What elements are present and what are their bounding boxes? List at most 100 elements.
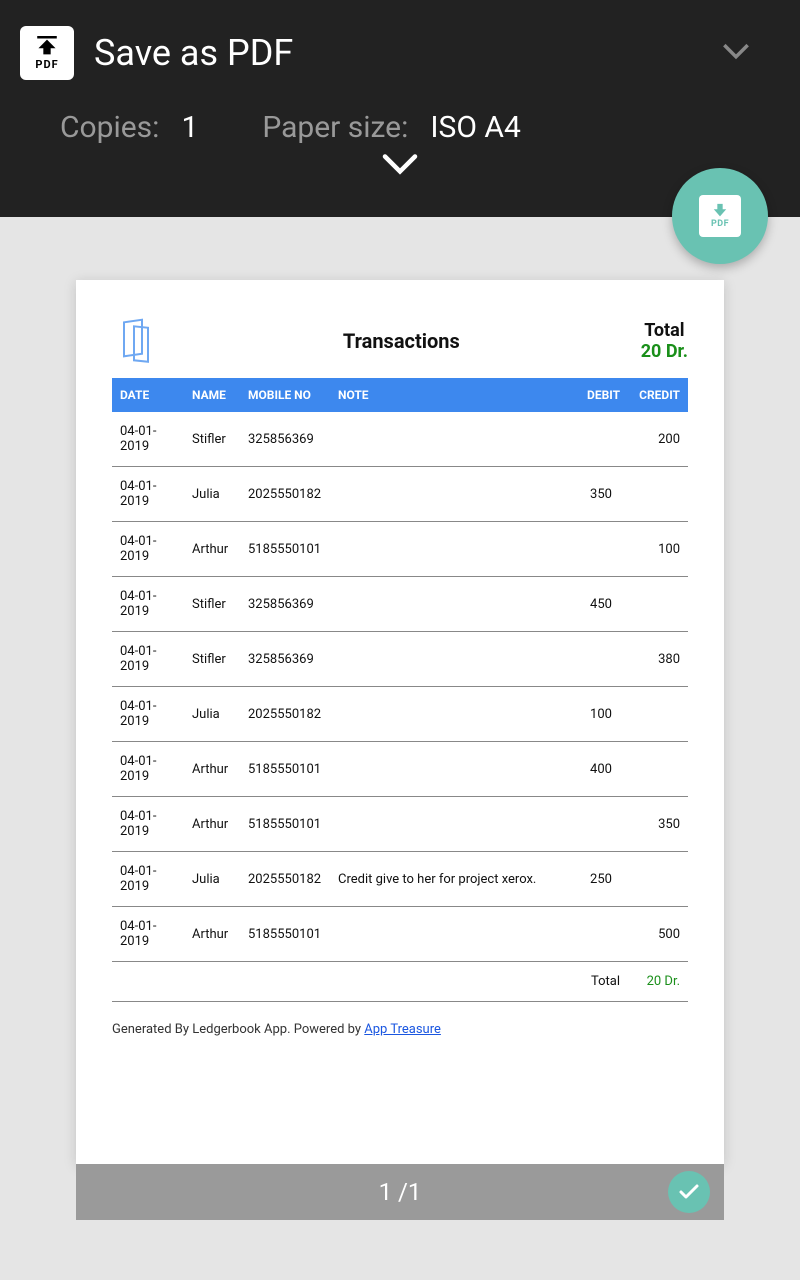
cell-date: 04-01-2019 [112,797,184,852]
cell-mobile: 325856369 [240,577,330,632]
paper-size-label: Paper size: [262,110,408,145]
cell-date: 04-01-2019 [112,412,184,467]
cell-date: 04-01-2019 [112,687,184,742]
cell-name: Stifler [184,632,240,687]
cell-name: Arthur [184,522,240,577]
cell-mobile: 325856369 [240,412,330,467]
total-value: 20 Dr. [641,341,688,362]
total-label: Total [641,320,688,341]
table-row: 04-01-2019Julia2025550182 100 [112,687,688,742]
document-title: Transactions [162,329,641,353]
cell-credit: 500 [628,907,688,962]
table-row: 04-01-2019Arthur5185550101 400 [112,742,688,797]
table-row: 04-01-2019Julia2025550182350 [112,467,688,522]
save-pdf-fab[interactable]: PDF [672,168,768,264]
pdf-icon: PDF [20,26,74,80]
cell-debit: 100 [574,687,628,742]
cell-date: 04-01-2019 [112,852,184,907]
cell-mobile: 2025550182 [240,467,330,522]
table-header-row: DATE NAME MOBILE NO NOTE DEBIT CREDIT [112,378,688,412]
cell-credit [628,742,688,797]
cell-note [330,467,574,522]
app-treasure-link[interactable]: App Treasure [364,1022,441,1037]
cell-name: Arthur [184,742,240,797]
cell-credit [628,577,688,632]
page-indicator: 1 /1 [379,1178,422,1206]
cell-note [330,632,574,687]
cell-debit [574,632,628,687]
page-preview[interactable]: Transactions Total 20 Dr. DATE NAME MOBI… [76,280,724,1164]
confirm-button[interactable] [668,1171,710,1213]
cell-note [330,522,574,577]
cell-mobile: 2025550182 [240,687,330,742]
cell-credit: 100 [628,522,688,577]
cell-credit: 350 [628,797,688,852]
table-row: 04-01-2019Stifler325856369 380 [112,632,688,687]
cell-debit [574,522,628,577]
footer-total-label: Total [574,962,628,1002]
generated-prefix: Generated By Ledgerbook App. Powered by [112,1022,364,1037]
col-credit: CREDIT [628,378,688,412]
cell-note [330,907,574,962]
cell-note [330,412,574,467]
cell-name: Stifler [184,577,240,632]
chevron-down-icon[interactable] [722,42,750,64]
table-row: 04-01-2019Julia2025550182Credit give to … [112,852,688,907]
destination-title: Save as PDF [94,32,702,74]
cell-date: 04-01-2019 [112,632,184,687]
cell-credit: 380 [628,632,688,687]
cell-mobile: 5185550101 [240,742,330,797]
cell-note [330,742,574,797]
cell-debit: 400 [574,742,628,797]
copies-value[interactable]: 1 [181,110,198,145]
cell-credit [628,687,688,742]
destination-row[interactable]: PDF Save as PDF [20,18,780,80]
print-options-row: Copies: 1 Paper size: ISO A4 [20,110,780,145]
cell-mobile: 325856369 [240,632,330,687]
preview-area: Transactions Total 20 Dr. DATE NAME MOBI… [76,280,724,1220]
cell-name: Arthur [184,907,240,962]
cell-debit [574,412,628,467]
footer-total-value: 20 Dr. [628,962,688,1002]
cell-note: Credit give to her for project xerox. [330,852,574,907]
cell-name: Julia [184,687,240,742]
table-row: 04-01-2019Stifler325856369450 [112,577,688,632]
cell-date: 04-01-2019 [112,522,184,577]
pager-bar: 1 /1 [76,1164,724,1220]
transactions-table: DATE NAME MOBILE NO NOTE DEBIT CREDIT 04… [112,378,688,1002]
cell-debit [574,907,628,962]
total-box: Total 20 Dr. [641,320,688,362]
cell-note [330,797,574,852]
print-toolbar: PDF Save as PDF Copies: 1 Paper size: IS… [0,0,800,217]
cell-date: 04-01-2019 [112,467,184,522]
col-name: NAME [184,378,240,412]
cell-credit: 200 [628,412,688,467]
table-row: 04-01-2019Arthur5185550101 100 [112,522,688,577]
cell-date: 04-01-2019 [112,742,184,797]
cell-mobile: 5185550101 [240,907,330,962]
table-row: 04-01-2019Stifler325856369 200 [112,412,688,467]
cell-mobile: 5185550101 [240,797,330,852]
cell-mobile: 5185550101 [240,522,330,577]
cell-name: Julia [184,852,240,907]
cell-mobile: 2025550182 [240,852,330,907]
cell-debit: 250 [574,852,628,907]
cell-name: Stifler [184,412,240,467]
expand-options-handle[interactable] [20,153,780,179]
cell-note [330,577,574,632]
col-note: NOTE [330,378,574,412]
table-row: 04-01-2019Arthur5185550101 350 [112,797,688,852]
app-logo-icon [112,316,162,366]
cell-date: 04-01-2019 [112,907,184,962]
paper-size-value[interactable]: ISO A4 [430,110,520,145]
table-footer-row: Total 20 Dr. [112,962,688,1002]
cell-credit [628,852,688,907]
cell-name: Arthur [184,797,240,852]
cell-credit [628,467,688,522]
cell-debit [574,797,628,852]
cell-debit: 350 [574,467,628,522]
table-row: 04-01-2019Arthur5185550101 500 [112,907,688,962]
col-debit: DEBIT [574,378,628,412]
cell-note [330,687,574,742]
cell-debit: 450 [574,577,628,632]
